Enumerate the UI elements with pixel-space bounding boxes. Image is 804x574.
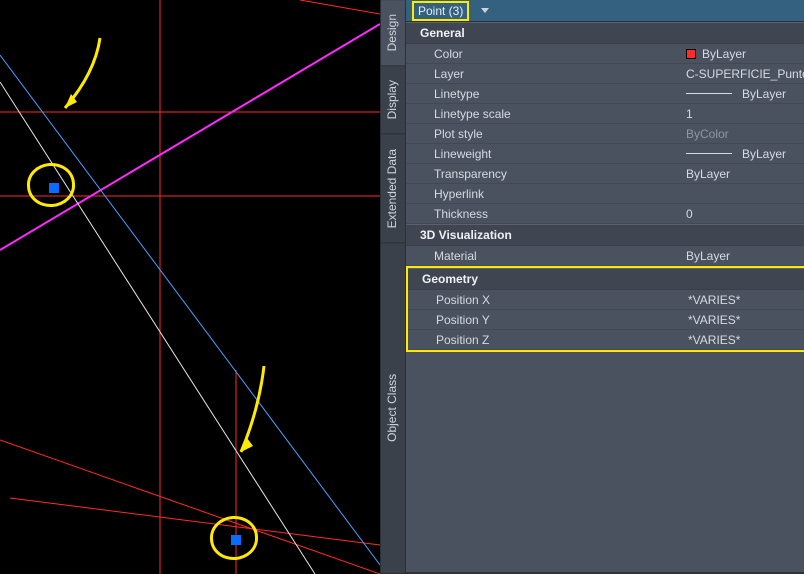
prop-hyperlink[interactable]: Hyperlink xyxy=(406,184,804,204)
properties-tabstrip: Design Display Extended Data Object Clas… xyxy=(380,0,406,574)
prop-linetype-scale[interactable]: Linetype scale 1 xyxy=(406,104,804,124)
panel-empty-space xyxy=(406,352,804,572)
value-text: ByLayer xyxy=(742,147,786,161)
value: 0 xyxy=(686,207,804,221)
prop-position-y[interactable]: Position Y *VARIES* xyxy=(408,310,804,330)
prop-lineweight[interactable]: Lineweight ByLayer xyxy=(406,144,804,164)
label: Position X xyxy=(408,293,688,307)
value-text: ByLayer xyxy=(702,47,746,61)
value: C-SUPERFICIE_Puntos xyxy=(686,67,804,81)
prop-linetype[interactable]: Linetype ByLayer xyxy=(406,84,804,104)
prop-plot-style[interactable]: Plot style ByColor xyxy=(406,124,804,144)
label: Thickness xyxy=(406,207,686,221)
red-diag-top[interactable] xyxy=(300,0,380,14)
prop-transparency[interactable]: Transparency ByLayer xyxy=(406,164,804,184)
prop-layer[interactable]: Layer C-SUPERFICIE_Puntos xyxy=(406,64,804,84)
annotation-highlight-header: Point (3) xyxy=(412,1,469,21)
label: Linetype xyxy=(406,87,686,101)
value: ByLayer xyxy=(686,167,804,181)
value: *VARIES* xyxy=(688,313,804,327)
cad-viewport[interactable] xyxy=(0,0,380,574)
group-3d-visualization: 3D Visualization Material ByLayer xyxy=(406,224,804,266)
label: Color xyxy=(406,47,686,61)
linetype-preview-icon xyxy=(686,93,732,94)
value: *VARIES* xyxy=(688,293,804,307)
prop-color[interactable]: Color ByLayer xyxy=(406,44,804,64)
selection-dropdown[interactable]: Point (3) xyxy=(406,0,804,22)
value: ByLayer xyxy=(686,87,804,101)
properties-panel: Point (3) General Color ByLayer Layer C-… xyxy=(406,0,804,574)
chevron-down-icon xyxy=(481,8,489,13)
label: Linetype scale xyxy=(406,107,686,121)
prop-material[interactable]: Material ByLayer xyxy=(406,246,804,266)
tab-object-class[interactable]: Object Class xyxy=(381,243,405,574)
group-general: General Color ByLayer Layer C-SUPERFICIE… xyxy=(406,22,804,224)
value-text: ByLayer xyxy=(742,87,786,101)
viewport-svg xyxy=(0,0,380,574)
group-header-general[interactable]: General xyxy=(406,22,804,44)
red-diag-1[interactable] xyxy=(0,440,380,574)
value: ByLayer xyxy=(686,249,804,263)
label: Position Y xyxy=(408,313,688,327)
tab-extended-data[interactable]: Extended Data xyxy=(381,135,405,243)
prop-position-x[interactable]: Position X *VARIES* xyxy=(408,290,804,310)
value: *VARIES* xyxy=(688,333,804,347)
label: Layer xyxy=(406,67,686,81)
label: Position Z xyxy=(408,333,688,347)
tab-design[interactable]: Design xyxy=(381,0,405,66)
red-diag-2[interactable] xyxy=(10,498,380,545)
value: ByColor xyxy=(686,127,804,141)
lineweight-preview-icon xyxy=(686,153,732,154)
group-header-geometry[interactable]: Geometry xyxy=(408,268,804,290)
label: Plot style xyxy=(406,127,686,141)
label: Hyperlink xyxy=(406,187,686,201)
value: 1 xyxy=(686,107,804,121)
value: ByLayer xyxy=(686,147,804,161)
selection-label: Point (3) xyxy=(418,4,463,18)
annotation-highlight-geometry: Geometry Position X *VARIES* Position Y … xyxy=(406,266,804,352)
blue-diag[interactable] xyxy=(0,55,380,565)
prop-thickness[interactable]: Thickness 0 xyxy=(406,204,804,224)
value: ByLayer xyxy=(686,47,804,61)
color-swatch-icon xyxy=(686,49,696,59)
label: Transparency xyxy=(406,167,686,181)
tab-display[interactable]: Display xyxy=(381,66,405,134)
group-header-3dvis[interactable]: 3D Visualization xyxy=(406,224,804,246)
label: Material xyxy=(406,249,686,263)
label: Lineweight xyxy=(406,147,686,161)
magenta-diag[interactable] xyxy=(0,24,380,250)
prop-position-z[interactable]: Position Z *VARIES* xyxy=(408,330,804,350)
